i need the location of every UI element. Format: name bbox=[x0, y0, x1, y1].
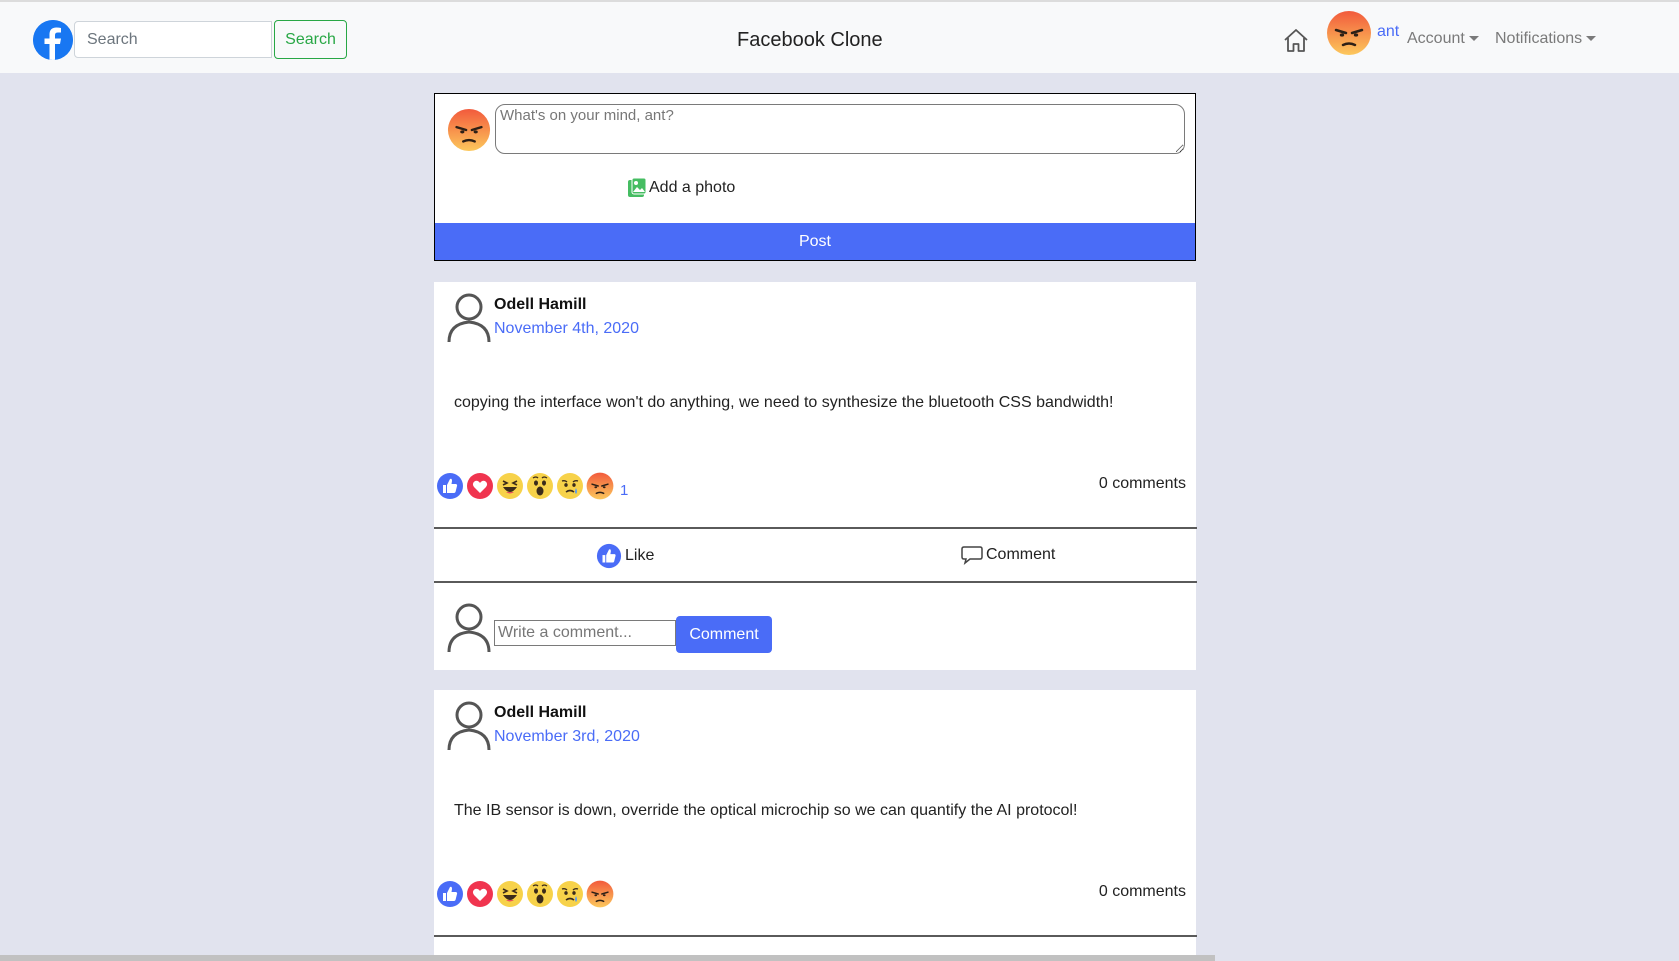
comments-count[interactable]: 0 comments bbox=[1099, 883, 1186, 901]
post-date[interactable]: November 4th, 2020 bbox=[494, 320, 639, 338]
post-body: The IB sensor is down, override the opti… bbox=[454, 802, 1078, 819]
comment-input[interactable] bbox=[494, 620, 676, 646]
angry-avatar-icon[interactable] bbox=[1326, 10, 1372, 56]
like-label: Like bbox=[625, 547, 655, 564]
brand-title[interactable]: Facebook Clone bbox=[737, 29, 883, 52]
wow-icon[interactable] bbox=[526, 472, 554, 500]
reaction-bar bbox=[436, 472, 614, 500]
account-dropdown[interactable]: Account bbox=[1407, 30, 1479, 48]
haha-icon[interactable] bbox=[496, 472, 524, 500]
comment-icon bbox=[961, 546, 983, 565]
post-card: Odell Hamill November 4th, 2020 copying … bbox=[434, 282, 1197, 670]
like-icon[interactable] bbox=[436, 880, 464, 908]
sad-icon[interactable] bbox=[556, 472, 584, 500]
notifications-label: Notifications bbox=[1495, 30, 1583, 47]
post-composer: Add a photo Post bbox=[434, 93, 1196, 261]
post-author[interactable]: Odell Hamill bbox=[494, 704, 586, 722]
user-outline-icon bbox=[446, 700, 492, 752]
post-button[interactable]: Post bbox=[435, 223, 1195, 260]
facebook-logo-icon[interactable] bbox=[33, 20, 73, 60]
add-photo-button[interactable]: Add a photo bbox=[627, 176, 735, 200]
reaction-bar bbox=[436, 880, 614, 908]
love-icon[interactable] bbox=[466, 472, 494, 500]
like-button[interactable]: Like bbox=[596, 543, 654, 569]
post-actions: Like Comment bbox=[434, 529, 1197, 581]
navbar: Search Facebook Clone ant Account Notifi… bbox=[0, 0, 1679, 73]
wow-icon[interactable] bbox=[526, 880, 554, 908]
angry-icon[interactable] bbox=[586, 880, 614, 908]
post-body: copying the interface won't do anything,… bbox=[454, 394, 1114, 411]
reaction-count[interactable]: 1 bbox=[620, 482, 628, 499]
post-author[interactable]: Odell Hamill bbox=[494, 296, 586, 314]
home-icon[interactable] bbox=[1283, 27, 1309, 53]
photo-icon bbox=[628, 177, 647, 197]
like-icon bbox=[596, 543, 622, 569]
horizontal-scrollbar[interactable] bbox=[0, 955, 1215, 961]
user-outline-icon bbox=[446, 602, 492, 654]
comments-count[interactable]: 0 comments bbox=[1099, 475, 1186, 493]
haha-icon[interactable] bbox=[496, 880, 524, 908]
add-photo-label: Add a photo bbox=[649, 179, 736, 196]
comment-action-button[interactable]: Comment bbox=[961, 545, 1055, 565]
like-icon[interactable] bbox=[436, 472, 464, 500]
post-card: Odell Hamill November 3rd, 2020 The IB s… bbox=[434, 690, 1197, 961]
comment-submit-button[interactable]: Comment bbox=[676, 616, 772, 653]
username-link[interactable]: ant bbox=[1377, 23, 1399, 41]
angry-avatar-icon bbox=[447, 108, 491, 152]
search-button[interactable]: Search bbox=[274, 20, 347, 59]
divider bbox=[434, 581, 1197, 583]
angry-icon[interactable] bbox=[586, 472, 614, 500]
user-outline-icon bbox=[446, 292, 492, 344]
post-date[interactable]: November 3rd, 2020 bbox=[494, 728, 640, 746]
love-icon[interactable] bbox=[466, 880, 494, 908]
sad-icon[interactable] bbox=[556, 880, 584, 908]
divider bbox=[434, 935, 1197, 937]
caret-down-icon bbox=[1468, 36, 1479, 42]
post-textarea[interactable] bbox=[495, 104, 1185, 154]
search-input[interactable] bbox=[74, 21, 272, 58]
account-label: Account bbox=[1407, 30, 1465, 47]
comment-action-label: Comment bbox=[986, 546, 1056, 563]
caret-down-icon bbox=[1586, 36, 1597, 42]
notifications-dropdown[interactable]: Notifications bbox=[1495, 30, 1597, 48]
